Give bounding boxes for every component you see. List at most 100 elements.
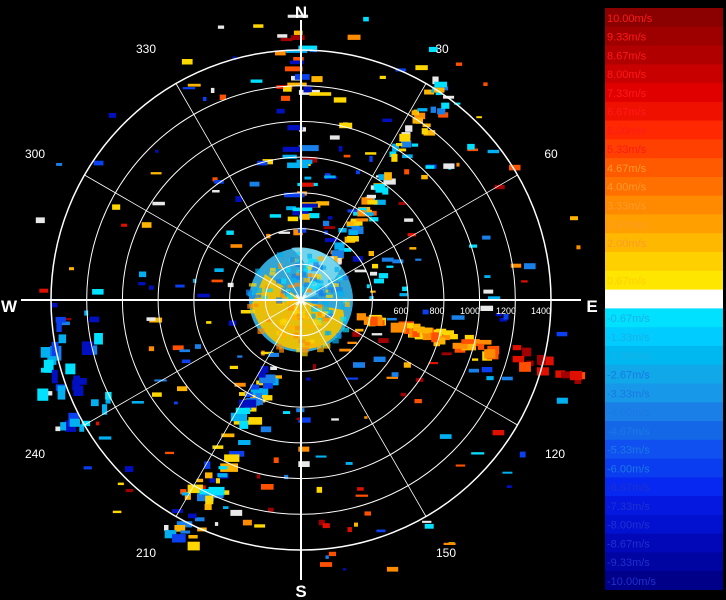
echo-cell xyxy=(55,426,61,432)
echo-cell-ssw-streak xyxy=(188,535,198,539)
echo-cell-north-spine xyxy=(300,203,318,208)
legend-label: -4.00m/s xyxy=(607,407,650,419)
echo-cell xyxy=(364,511,371,516)
bearing-label-150: 150 xyxy=(436,546,456,560)
echo-cell xyxy=(327,216,333,220)
echo-cell xyxy=(519,451,526,458)
core-echo-cell xyxy=(334,266,340,273)
echo-cell xyxy=(382,118,393,122)
echo-cell xyxy=(155,149,159,153)
echo-cell xyxy=(355,170,360,175)
core-echo-cell xyxy=(270,267,276,272)
echo-cell xyxy=(342,568,347,571)
echo-cell xyxy=(422,309,429,315)
legend-label: -2.67m/s xyxy=(607,370,650,382)
core-echo-cell xyxy=(287,326,296,330)
echo-cell xyxy=(306,377,311,381)
core-echo-cell xyxy=(344,301,350,307)
echo-cell-ne-streak xyxy=(366,194,376,199)
echo-cell xyxy=(398,201,406,205)
echo-cell-ne-streak xyxy=(411,143,419,147)
echo-cell xyxy=(481,367,493,373)
echo-cell xyxy=(69,267,74,271)
echo-cell-west-edge xyxy=(56,317,62,332)
echo-cell xyxy=(322,523,330,529)
echo-cell xyxy=(570,216,578,221)
echo-cell xyxy=(372,263,379,269)
legend-label: -0.67m/s xyxy=(607,313,650,325)
legend-label: 2.00m/s xyxy=(607,238,647,250)
core-echo-cell xyxy=(249,295,257,299)
bearing-spoke xyxy=(84,299,302,426)
velocity-color-scale: 10.00m/s 9.33m/s 8.67m/s 8.00m/s 7.33m/s 6.67… xyxy=(605,8,723,590)
echo-cell-ese-streak xyxy=(536,367,549,376)
core-echo-cell xyxy=(324,330,329,336)
echo-cell xyxy=(347,34,361,40)
legend-label: -2.00m/s xyxy=(607,351,650,363)
echo-cell xyxy=(256,474,261,479)
echo-cell xyxy=(381,257,394,262)
echo-cell xyxy=(125,489,133,493)
echo-cell xyxy=(83,466,92,470)
echo-cell xyxy=(425,165,435,169)
echo-cell xyxy=(298,446,310,452)
echo-cell xyxy=(112,204,121,210)
echo-cell xyxy=(313,364,316,370)
core-echo-cell xyxy=(328,287,334,293)
echo-cell xyxy=(175,284,185,288)
echo-cell xyxy=(146,317,156,321)
echo-cell xyxy=(320,562,333,567)
echo-cell-ssw-streak xyxy=(205,472,213,479)
echo-cell xyxy=(415,65,428,71)
echo-cell xyxy=(223,506,229,509)
legend-label: 2.67m/s xyxy=(607,219,647,231)
echo-cell-ne-streak xyxy=(396,143,403,147)
legend-label: 10.00m/s xyxy=(607,13,653,25)
core-echo-cell xyxy=(307,273,313,278)
echo-cell xyxy=(214,268,224,272)
echo-cell xyxy=(339,348,352,352)
range-label-1200: 1200 xyxy=(496,306,516,316)
echo-cell xyxy=(373,356,386,362)
echo-cell xyxy=(206,321,212,324)
echo-cell xyxy=(51,303,58,308)
echo-cell-north-spine xyxy=(303,86,312,93)
echo-cell-ne-streak xyxy=(399,133,411,142)
echo-cell xyxy=(316,486,323,493)
echo-cell xyxy=(267,507,274,512)
echo-cell xyxy=(181,59,193,65)
core-echo-cell xyxy=(294,259,300,263)
echo-cell xyxy=(187,83,201,87)
echo-cell xyxy=(98,436,112,440)
core-echo-cell xyxy=(317,256,324,262)
echo-cell-ssw-streak xyxy=(172,509,183,513)
echo-cell-ese-streak xyxy=(519,362,531,372)
echo-cell xyxy=(484,275,491,278)
echo-cell xyxy=(455,62,463,66)
echo-cell-ssw-streak xyxy=(171,534,186,543)
core-echo-cell xyxy=(321,301,328,306)
echo-cell xyxy=(501,376,513,381)
legend-label: 3.33m/s xyxy=(607,201,647,213)
echo-cell xyxy=(121,223,128,227)
legend-label: -7.33m/s xyxy=(607,501,650,513)
echo-cell xyxy=(443,542,456,545)
echo-cell xyxy=(108,113,117,118)
echo-cell xyxy=(92,289,104,295)
legend-label: -5.33m/s xyxy=(607,445,650,457)
echo-cell-west-edge xyxy=(57,385,66,400)
legend-label: -3.33m/s xyxy=(607,388,650,400)
echo-cell xyxy=(386,317,397,321)
echo-cell xyxy=(373,278,384,284)
echo-cell-ese-streak xyxy=(512,355,525,363)
compass-north-label: N xyxy=(295,3,307,22)
echo-cell-ese-streak xyxy=(356,313,366,321)
echo-cell-ne-streak xyxy=(405,125,413,132)
echo-cell xyxy=(315,455,327,458)
echo-cell-ne-streak xyxy=(421,128,428,135)
echo-cell xyxy=(174,401,178,405)
compass-west-label: W xyxy=(1,297,18,316)
echo-cell xyxy=(112,510,122,514)
echo-cell xyxy=(333,97,347,103)
echo-cell xyxy=(138,282,146,286)
